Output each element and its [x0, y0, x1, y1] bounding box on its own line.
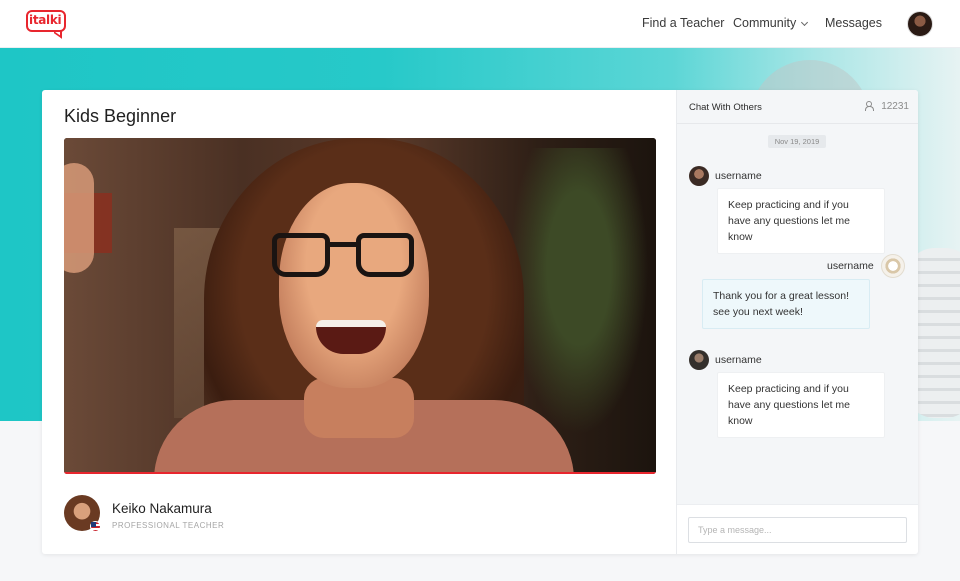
chat-panel: Chat With Others 12231 Nov 19, 2019 user…	[676, 90, 918, 554]
viewer-count-value: 12231	[881, 101, 909, 112]
chat-composer	[677, 504, 918, 554]
chat-header: Chat With Others 12231	[677, 90, 918, 124]
video-progress-fill	[64, 472, 656, 474]
video-progress-bar[interactable]	[64, 472, 656, 474]
chat-username[interactable]: username	[827, 260, 874, 272]
lesson-title: Kids Beginner	[64, 106, 177, 126]
nav-find-a-teacher[interactable]: Find a Teacher	[642, 16, 724, 30]
chat-avatar[interactable]	[881, 254, 905, 278]
chevron-down-icon	[801, 18, 809, 27]
chat-avatar[interactable]	[689, 166, 709, 186]
date-separator: Nov 19, 2019	[768, 135, 826, 148]
logo-text: italki	[29, 13, 62, 27]
chat-avatar[interactable]	[689, 350, 709, 370]
italki-logo[interactable]: italki	[26, 10, 68, 39]
users-icon	[865, 101, 876, 111]
lesson-card: Kids Beginner Keiko Nakamura PROFESSIONA…	[42, 90, 918, 554]
teacher-name[interactable]: Keiko Nakamura	[112, 501, 212, 516]
top-navigation: italki Find a Teacher Community Messages	[0, 0, 960, 48]
nav-messages[interactable]: Messages	[825, 16, 882, 30]
nav-community[interactable]: Community	[733, 16, 809, 30]
chat-title: Chat With Others	[689, 102, 762, 113]
viewer-count: 12231	[865, 101, 909, 112]
flag-icon	[90, 521, 101, 532]
chat-message: Keep practicing and if you have any ques…	[717, 188, 885, 254]
nav-community-label: Community	[733, 16, 797, 30]
user-avatar[interactable]	[907, 11, 933, 37]
chat-message: Thank you for a great lesson! see you ne…	[702, 279, 870, 329]
teacher-role: PROFESSIONAL TEACHER	[112, 521, 225, 530]
chat-username[interactable]: username	[715, 170, 762, 182]
video-player[interactable]	[64, 138, 656, 474]
chat-username[interactable]: username	[715, 354, 762, 366]
teacher-info: Keiko Nakamura PROFESSIONAL TEACHER	[64, 495, 464, 535]
chat-message: Keep practicing and if you have any ques…	[717, 372, 885, 438]
chat-message-input[interactable]	[688, 517, 907, 543]
